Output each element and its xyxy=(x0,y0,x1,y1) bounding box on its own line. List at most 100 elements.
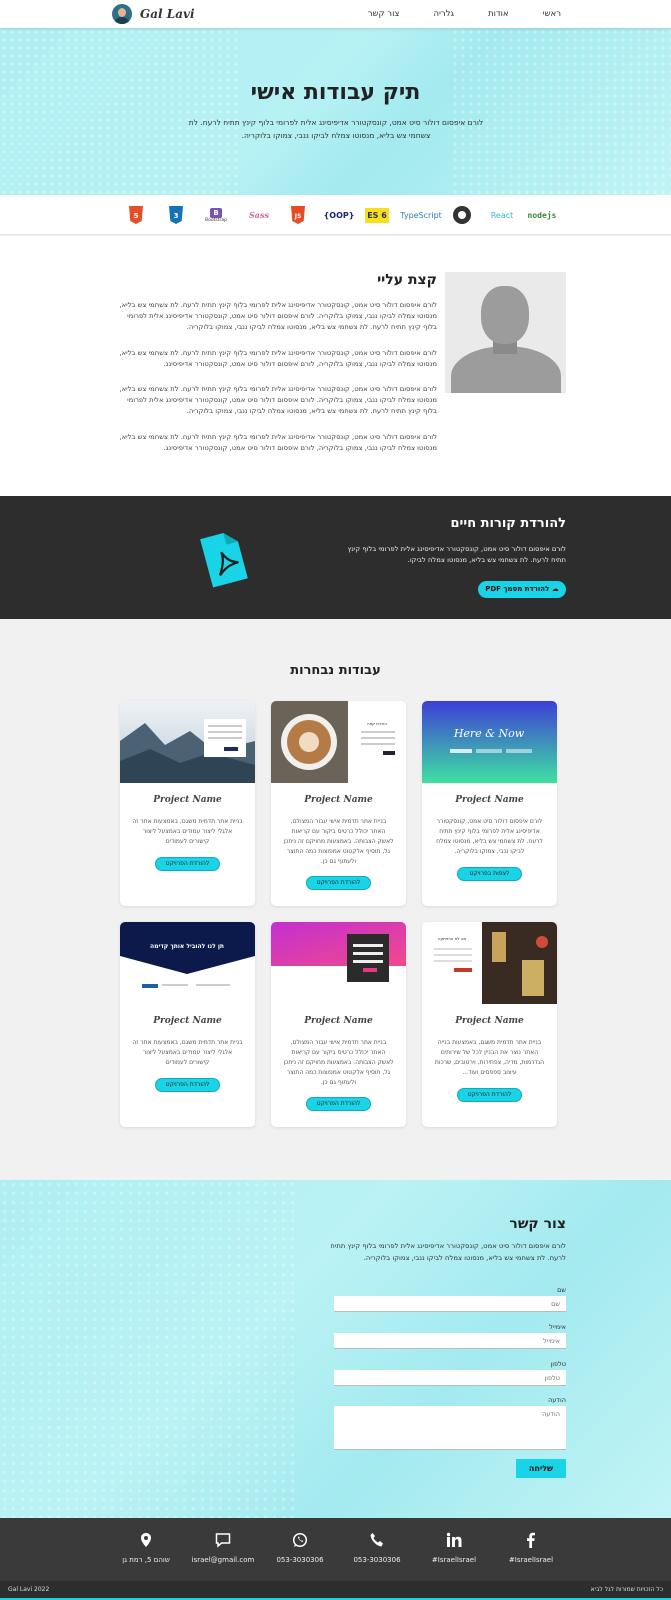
name-input[interactable] xyxy=(334,1296,566,1312)
cv-title: להורדת קורות חיים xyxy=(450,516,566,531)
svg-text:JS: JS xyxy=(294,213,302,220)
project-name: Project Name xyxy=(153,1016,222,1026)
nav-link-about[interactable]: אודות xyxy=(488,9,509,19)
svg-text:Here & Now: Here & Now xyxy=(453,727,525,740)
nav-links: ראשי אודות גלריה צור קשר xyxy=(368,9,561,19)
tech-strip: nodejs React TypeScript ES 6 {OOP} JS Sa… xyxy=(0,195,671,235)
pdf-file-icon xyxy=(200,533,248,588)
download-pdf-button[interactable]: ☁ להורדת מסמך PDF xyxy=(478,581,566,598)
chat-icon xyxy=(183,1532,263,1548)
project-card: Project Name בניית אתר תדמית משגם, באמצע… xyxy=(120,701,255,906)
name-label: שם xyxy=(557,1286,566,1294)
footer-location[interactable]: שוהם 5, רמת גן xyxy=(106,1532,186,1564)
typescript-logo: TypeScript xyxy=(400,210,442,220)
about-paragraph: לורם איפסום דולור סיט אמט, קונסקטורר אדי… xyxy=(119,433,437,452)
project-thumbnail: תן לנו להוביל אותך קדימה xyxy=(120,922,255,1004)
facebook-icon xyxy=(491,1532,571,1548)
email-label: אימייל xyxy=(549,1323,566,1331)
bottom-bar: Gal Lavi 2022 כל הזכויות שמורות לגל לביא xyxy=(0,1581,671,1600)
project-button[interactable]: להורדת הפרויקט xyxy=(155,1078,220,1092)
profile-placeholder-image xyxy=(445,272,566,393)
project-button[interactable]: להורדת הפרויקט xyxy=(306,1097,371,1111)
email-input[interactable] xyxy=(334,1333,566,1349)
projects-title: עבודות נבחרות xyxy=(290,663,381,678)
project-button[interactable]: להורדת הפרויקט xyxy=(155,857,220,871)
project-description: בניית אתר תדמית משגם, באמצעות אתר זה אלג… xyxy=(132,818,243,845)
copyright-text: Gal Lavi 2022 xyxy=(8,1586,50,1593)
oop-logo: {OOP} xyxy=(323,210,355,220)
vue-logo xyxy=(450,205,474,225)
location-icon xyxy=(106,1532,186,1548)
svg-text:5: 5 xyxy=(134,212,139,220)
project-description: בניית אתר תדמית משגם, באמצעות אתר זה אלג… xyxy=(132,1039,243,1066)
project-thumbnail: הורדת קפה xyxy=(271,701,406,783)
phone-label: טלפון xyxy=(550,1360,566,1368)
project-thumbnail xyxy=(120,701,255,783)
about-paragraph: לורם איפסום דולור סיט אמט, קונסקטורר אדי… xyxy=(119,385,437,415)
project-description: בניית אתר תדמית אישי עבור המצולם, האתר י… xyxy=(283,1039,394,1086)
phone-icon xyxy=(337,1532,417,1548)
message-textarea[interactable] xyxy=(334,1406,566,1450)
project-thumbnail: מה לא הרפתקה xyxy=(422,922,557,1004)
project-name: Project Name xyxy=(455,1016,524,1026)
brand[interactable]: Gal Lavi xyxy=(112,4,195,24)
svg-text:תן לנו להוביל אותך קדימה: תן לנו להוביל אותך קדימה xyxy=(150,943,224,950)
brand-name: Gal Lavi xyxy=(140,7,195,21)
nav-link-contact[interactable]: צור קשר xyxy=(368,9,400,19)
js-logo: JS xyxy=(290,205,306,225)
footer-facebook[interactable]: #IsraelIsrael xyxy=(491,1532,571,1564)
project-thumbnail xyxy=(271,922,406,1004)
cv-text: לורם איפסום דולור סיט אמט, קונסקטורר אדי… xyxy=(347,545,566,564)
project-description: בניית אתר תדמית משגם, באמצעות בנייה האתר… xyxy=(434,1039,545,1076)
project-description: בניית אתר תדמית אישי עבור המצולם, האתר י… xyxy=(283,818,394,865)
project-description: לורם איפסום דולור סיט אמט, קונסקטורר אדי… xyxy=(436,818,543,855)
project-thumbnail: Here & Now xyxy=(422,701,557,783)
footer: #IsraelIsrael #IsraelIsrael 053-3030306 … xyxy=(0,1518,671,1581)
svg-text:3: 3 xyxy=(174,212,179,220)
project-button[interactable]: להורדת הפרויקט xyxy=(457,1088,522,1102)
nav-link-home[interactable]: ראשי xyxy=(543,9,561,19)
html5-logo: 5 xyxy=(128,205,144,225)
footer-whatsapp[interactable]: 053-3030306 xyxy=(260,1532,340,1564)
project-card: הורדת קפה Project Name בניית אתר תדמית א… xyxy=(271,701,406,906)
avatar xyxy=(112,4,132,24)
bootstrap-logo: B Bootstrap xyxy=(205,207,227,223)
cloud-download-icon: ☁ xyxy=(549,585,559,593)
project-name: Project Name xyxy=(304,795,373,805)
project-card: מה לא הרפתקה Project Name בניית אתר תדמי… xyxy=(422,922,557,1127)
sass-logo: Sass xyxy=(249,210,269,220)
contact-section: צור קשר לורם איפסום דולור סיט אמט, קונסק… xyxy=(0,1180,671,1518)
footer-linkedin[interactable]: #IsraelIsrael xyxy=(414,1532,494,1564)
project-name: Project Name xyxy=(455,795,524,805)
about-paragraph: לורם איפסום דולור סיט אמט, קונסקטורר אדי… xyxy=(119,301,437,331)
project-button[interactable]: לצפות בפרויקט xyxy=(457,867,522,881)
nodejs-logo: nodejs xyxy=(527,210,557,220)
svg-text:הורדת קפה: הורדת קפה xyxy=(367,721,387,726)
hero-title: תיק עבודות אישי xyxy=(250,80,421,105)
top-navbar: Gal Lavi ראשי אודות גלריה צור קשר xyxy=(0,0,671,28)
send-button[interactable]: שליחה xyxy=(516,1459,566,1478)
footer-email[interactable]: israel@gmail.com xyxy=(183,1532,263,1564)
linkedin-icon xyxy=(414,1532,494,1548)
projects-section: עבודות נבחרות Here & Now Project Name לו… xyxy=(0,619,671,1180)
project-name: Project Name xyxy=(153,795,222,805)
project-card: תן לנו להוביל אותך קדימה Project Name בנ… xyxy=(120,922,255,1127)
hero-section: תיק עבודות אישי לורם איפסום דולור סיט אמ… xyxy=(0,28,671,195)
es6-logo: ES 6 xyxy=(364,205,390,225)
react-logo: React xyxy=(490,210,514,220)
about-title: קצת עליי xyxy=(377,272,437,288)
css3-logo: 3 xyxy=(168,205,184,225)
contact-title: צור קשר xyxy=(509,1216,566,1232)
project-name: Project Name xyxy=(304,1016,373,1026)
nav-link-gallery[interactable]: גלריה xyxy=(433,9,454,19)
project-card: Here & Now Project Name לורם איפסום דולו… xyxy=(422,701,557,906)
project-button[interactable]: להורדת הפרויקט xyxy=(306,876,371,890)
project-card: Project Name בניית אתר תדמית אישי עבור ה… xyxy=(271,922,406,1127)
cv-section: להורדת קורות חיים לורם איפסום דולור סיט … xyxy=(0,496,671,619)
whatsapp-icon xyxy=(260,1532,340,1548)
contact-intro: לורם איפסום דולור סיט אמט, קונסקטורר אדי… xyxy=(330,1242,566,1262)
footer-phone[interactable]: 053-3030306 xyxy=(337,1532,417,1564)
rights-text: כל הזכויות שמורות לגל לביא xyxy=(590,1586,663,1593)
phone-input[interactable] xyxy=(334,1370,566,1386)
about-section: קצת עליי לורם איפסום דולור סיט אמט, קונס… xyxy=(0,236,671,496)
